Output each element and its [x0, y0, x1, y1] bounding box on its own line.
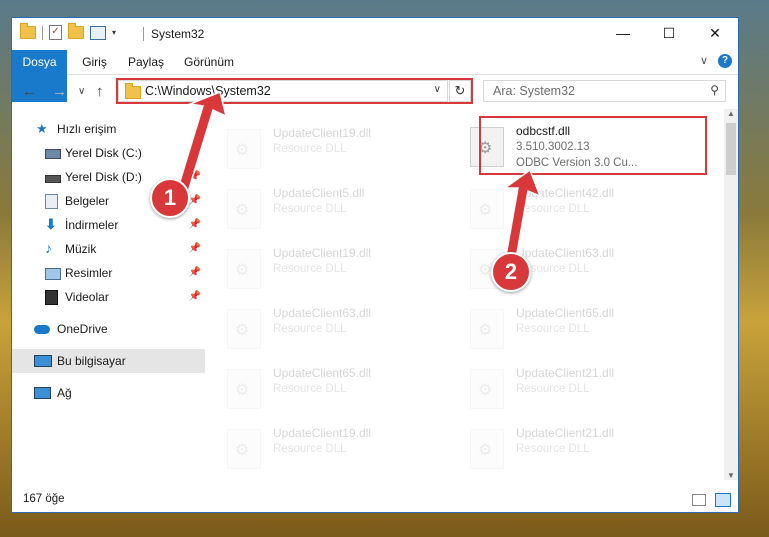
annotation-arrows	[177, 90, 542, 265]
callout-badge-1: 1	[150, 178, 190, 218]
arrow-one	[177, 90, 228, 193]
callout-badge-2: 2	[491, 252, 531, 292]
arrow-two	[502, 168, 542, 265]
